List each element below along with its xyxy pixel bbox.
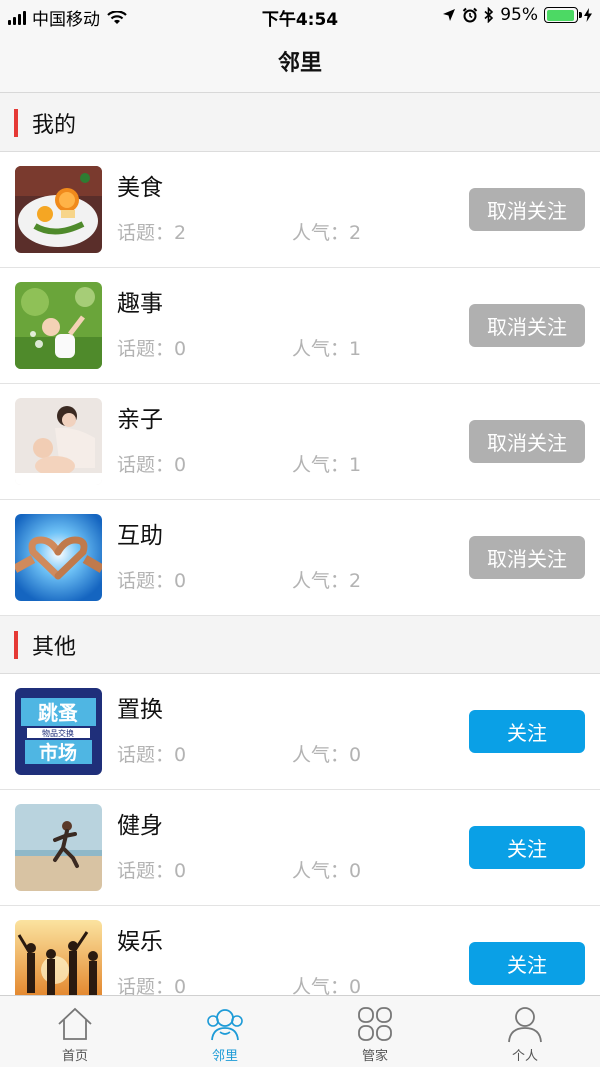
tab-label: 个人 bbox=[511, 1049, 538, 1064]
mother-baby-image bbox=[15, 398, 102, 485]
list-item[interactable]: 娱乐 话题：0 人气：0 关注 bbox=[0, 906, 600, 995]
unfollow-button[interactable]: 取消关注 bbox=[469, 188, 585, 231]
popularity-count: 人气：2 bbox=[292, 222, 362, 244]
popularity-count: 人气：1 bbox=[292, 454, 362, 476]
status-bar: 中国移动 下午4:54 95% bbox=[0, 0, 600, 30]
row-title: 互助 bbox=[117, 523, 163, 549]
unfollow-button[interactable]: 取消关注 bbox=[469, 304, 585, 347]
list-item[interactable]: 亲子 话题：0 人气：1 取消关注 bbox=[0, 384, 600, 500]
tab-neighbors[interactable]: 邻里 bbox=[150, 996, 300, 1067]
tab-personal[interactable]: 个人 bbox=[450, 996, 600, 1067]
popularity-count: 人气：1 bbox=[292, 338, 362, 360]
unfollow-button[interactable]: 取消关注 bbox=[469, 536, 585, 579]
tab-butler[interactable]: 管家 bbox=[300, 996, 450, 1067]
follow-button[interactable]: 关注 bbox=[469, 710, 585, 753]
nav-bar: 邻里 bbox=[0, 30, 600, 93]
home-icon bbox=[58, 1007, 92, 1040]
popularity-count: 人气：0 bbox=[292, 860, 362, 882]
row-title: 健身 bbox=[117, 813, 163, 839]
section-marker bbox=[14, 108, 18, 137]
popularity-count: 人气：0 bbox=[292, 744, 362, 766]
party-silhouettes-image bbox=[15, 920, 102, 995]
tab-label: 首页 bbox=[61, 1049, 88, 1064]
list-item[interactable]: 健身 话题：0 人气：0 关注 bbox=[0, 790, 600, 906]
topic-count: 话题：0 bbox=[117, 860, 187, 882]
topic-count: 话题：2 bbox=[117, 222, 187, 244]
poster-text-1: 跳蚤 bbox=[38, 701, 78, 725]
person-icon bbox=[508, 1007, 542, 1043]
unfollow-button[interactable]: 取消关注 bbox=[469, 420, 585, 463]
section-header-mine: 我的 bbox=[0, 94, 600, 152]
location-arrow-icon bbox=[443, 9, 456, 21]
topic-count: 话题：0 bbox=[117, 570, 187, 592]
battery-icon bbox=[544, 7, 582, 23]
status-right: 95% bbox=[442, 5, 592, 25]
row-title: 亲子 bbox=[117, 407, 163, 433]
page-title: 邻里 bbox=[277, 51, 322, 76]
popularity-count: 人气：2 bbox=[292, 570, 362, 592]
topic-count: 话题：0 bbox=[117, 976, 187, 995]
topic-count: 话题：0 bbox=[117, 744, 187, 766]
tab-label: 管家 bbox=[361, 1049, 388, 1064]
runner-beach-image bbox=[15, 804, 102, 891]
section-header-other: 其他 bbox=[0, 616, 600, 674]
popularity-count: 人气：0 bbox=[292, 976, 362, 995]
row-title: 娱乐 bbox=[117, 929, 163, 955]
row-title: 置换 bbox=[117, 697, 163, 723]
poster-text-3: 市场 bbox=[39, 741, 77, 764]
community-list[interactable]: 我的 美食 话题：2 人气：2 取消关注 趣事 话题：0 人气：1 取消关注 亲… bbox=[0, 94, 600, 995]
list-item[interactable]: 趣事 话题：0 人气：1 取消关注 bbox=[0, 268, 600, 384]
alarm-icon bbox=[462, 7, 478, 23]
tab-home[interactable]: 首页 bbox=[0, 996, 150, 1067]
list-item[interactable]: 美食 话题：2 人气：2 取消关注 bbox=[0, 152, 600, 268]
flea-market-image: 跳蚤 物品交换 市场 bbox=[15, 688, 102, 775]
follow-button[interactable]: 关注 bbox=[469, 826, 585, 869]
list-item[interactable]: 跳蚤 物品交换 市场 置换 话题：0 人气：0 关注 bbox=[0, 674, 600, 790]
section-marker bbox=[14, 630, 18, 659]
food-image bbox=[15, 166, 102, 253]
heart-hands-image bbox=[15, 514, 102, 601]
neighbors-icon bbox=[207, 1009, 243, 1041]
row-title: 趣事 bbox=[117, 291, 163, 317]
child-bubbles-image bbox=[15, 282, 102, 369]
section-title: 其他 bbox=[32, 634, 77, 660]
battery-percent: 95% bbox=[500, 5, 538, 25]
topic-count: 话题：0 bbox=[117, 338, 187, 360]
tab-label: 邻里 bbox=[211, 1049, 238, 1064]
charging-icon bbox=[584, 8, 592, 22]
tab-bar: 首页 邻里 管家 个人 bbox=[0, 995, 600, 1067]
topic-count: 话题：0 bbox=[117, 454, 187, 476]
section-title: 我的 bbox=[32, 112, 77, 138]
follow-button[interactable]: 关注 bbox=[469, 942, 585, 985]
list-item[interactable]: 互助 话题：0 人气：2 取消关注 bbox=[0, 500, 600, 616]
row-title: 美食 bbox=[117, 175, 163, 201]
grid-icon bbox=[358, 1007, 392, 1041]
poster-text-2: 物品交换 bbox=[42, 728, 74, 738]
bluetooth-icon bbox=[484, 7, 494, 23]
